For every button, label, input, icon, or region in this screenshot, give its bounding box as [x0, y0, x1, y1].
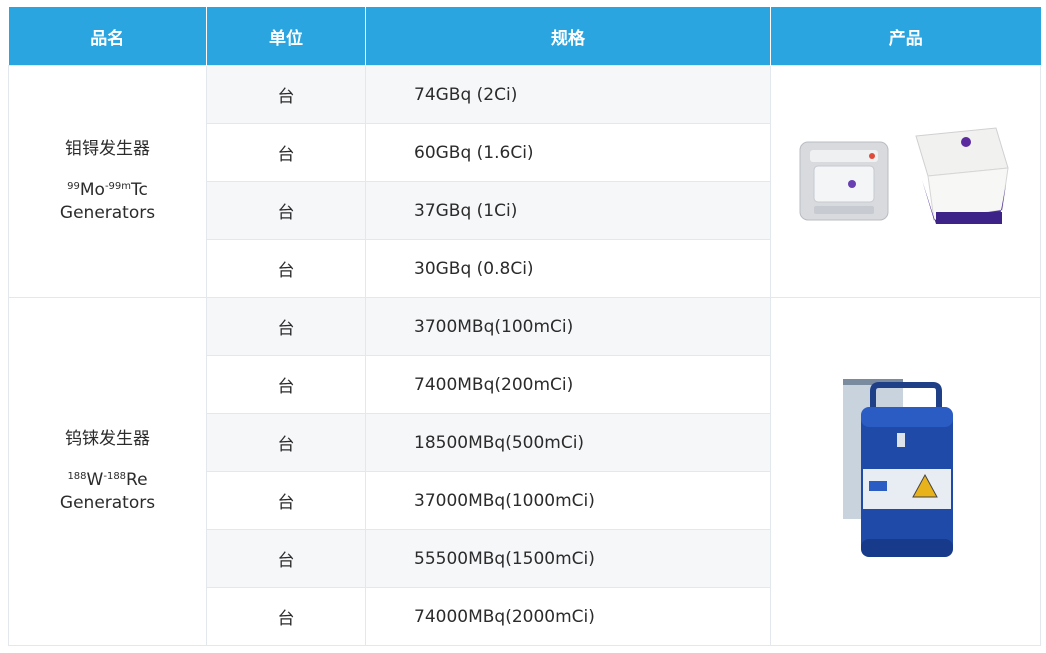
product-isotope: 99Mo-99mTc	[67, 180, 148, 200]
spec-cell: 74000MBq(2000mCi)	[365, 587, 771, 646]
table-header-row: 品名 单位 规格 产品	[8, 7, 1041, 66]
unit-cell: 台	[206, 181, 366, 240]
spec-cell: 7400MBq(200mCi)	[365, 355, 771, 414]
header-name: 品名	[8, 7, 207, 66]
unit-cell: 台	[206, 413, 366, 472]
isotope-symbol: Tc	[131, 180, 148, 201]
product-name-cell: 钼锝发生器 99Mo-99mTc Generators	[8, 65, 207, 298]
spec-cell: 55500MBq(1500mCi)	[365, 529, 771, 588]
spec-cell: 37000MBq(1000mCi)	[365, 471, 771, 530]
unit-cell: 台	[206, 65, 366, 124]
isotope-symbol: W	[86, 470, 104, 491]
unit-cell: 台	[206, 471, 366, 530]
header-unit: 单位	[206, 7, 366, 66]
mo-tc-generator-product-image	[799, 127, 1009, 224]
unit-cell: 台	[206, 123, 366, 182]
product-image-cell	[770, 297, 1041, 646]
product-name-en: Generators	[59, 492, 156, 513]
isotope-mass: -99m	[104, 181, 132, 193]
unit-cell: 台	[206, 587, 366, 646]
header-spec: 规格	[365, 7, 771, 66]
product-name-en: Generators	[59, 202, 156, 223]
product-table: 品名 单位 规格 产品 钼锝发生器 99Mo-99mTc Generators …	[8, 7, 1041, 646]
isotope-symbol: Mo	[79, 180, 105, 201]
unit-cell: 台	[206, 297, 366, 356]
table-row: 钨铼发生器 188W-188Re Generators 台 3700MBq(10…	[8, 297, 1041, 646]
isotope-mass: -188	[103, 471, 127, 483]
isotope-symbol: Re	[126, 470, 148, 491]
spec-cell: 37GBq (1Ci)	[365, 181, 771, 240]
header-product: 产品	[770, 7, 1041, 66]
w-re-generator-product-image	[842, 379, 953, 557]
product-name-cn: 钨铼发生器	[65, 429, 150, 450]
unit-cell: 台	[206, 239, 366, 298]
spec-cell: 30GBq (0.8Ci)	[365, 239, 771, 298]
spec-cell: 60GBq (1.6Ci)	[365, 123, 771, 182]
product-name-cell: 钨铼发生器 188W-188Re Generators	[8, 297, 207, 646]
unit-cell: 台	[206, 529, 366, 588]
isotope-mass: 99	[67, 181, 80, 193]
table-row: 钼锝发生器 99Mo-99mTc Generators 台 74GBq (2Ci…	[8, 65, 1041, 298]
product-isotope: 188W-188Re	[67, 470, 147, 490]
unit-cell: 台	[206, 355, 366, 414]
isotope-mass: 188	[67, 471, 87, 483]
product-image-cell	[770, 65, 1041, 298]
product-table-container: 品名 单位 规格 产品 钼锝发生器 99Mo-99mTc Generators …	[8, 7, 1041, 646]
spec-cell: 18500MBq(500mCi)	[365, 413, 771, 472]
product-name-cn: 钼锝发生器	[65, 139, 150, 160]
spec-cell: 74GBq (2Ci)	[365, 65, 771, 124]
spec-cell: 3700MBq(100mCi)	[365, 297, 771, 356]
